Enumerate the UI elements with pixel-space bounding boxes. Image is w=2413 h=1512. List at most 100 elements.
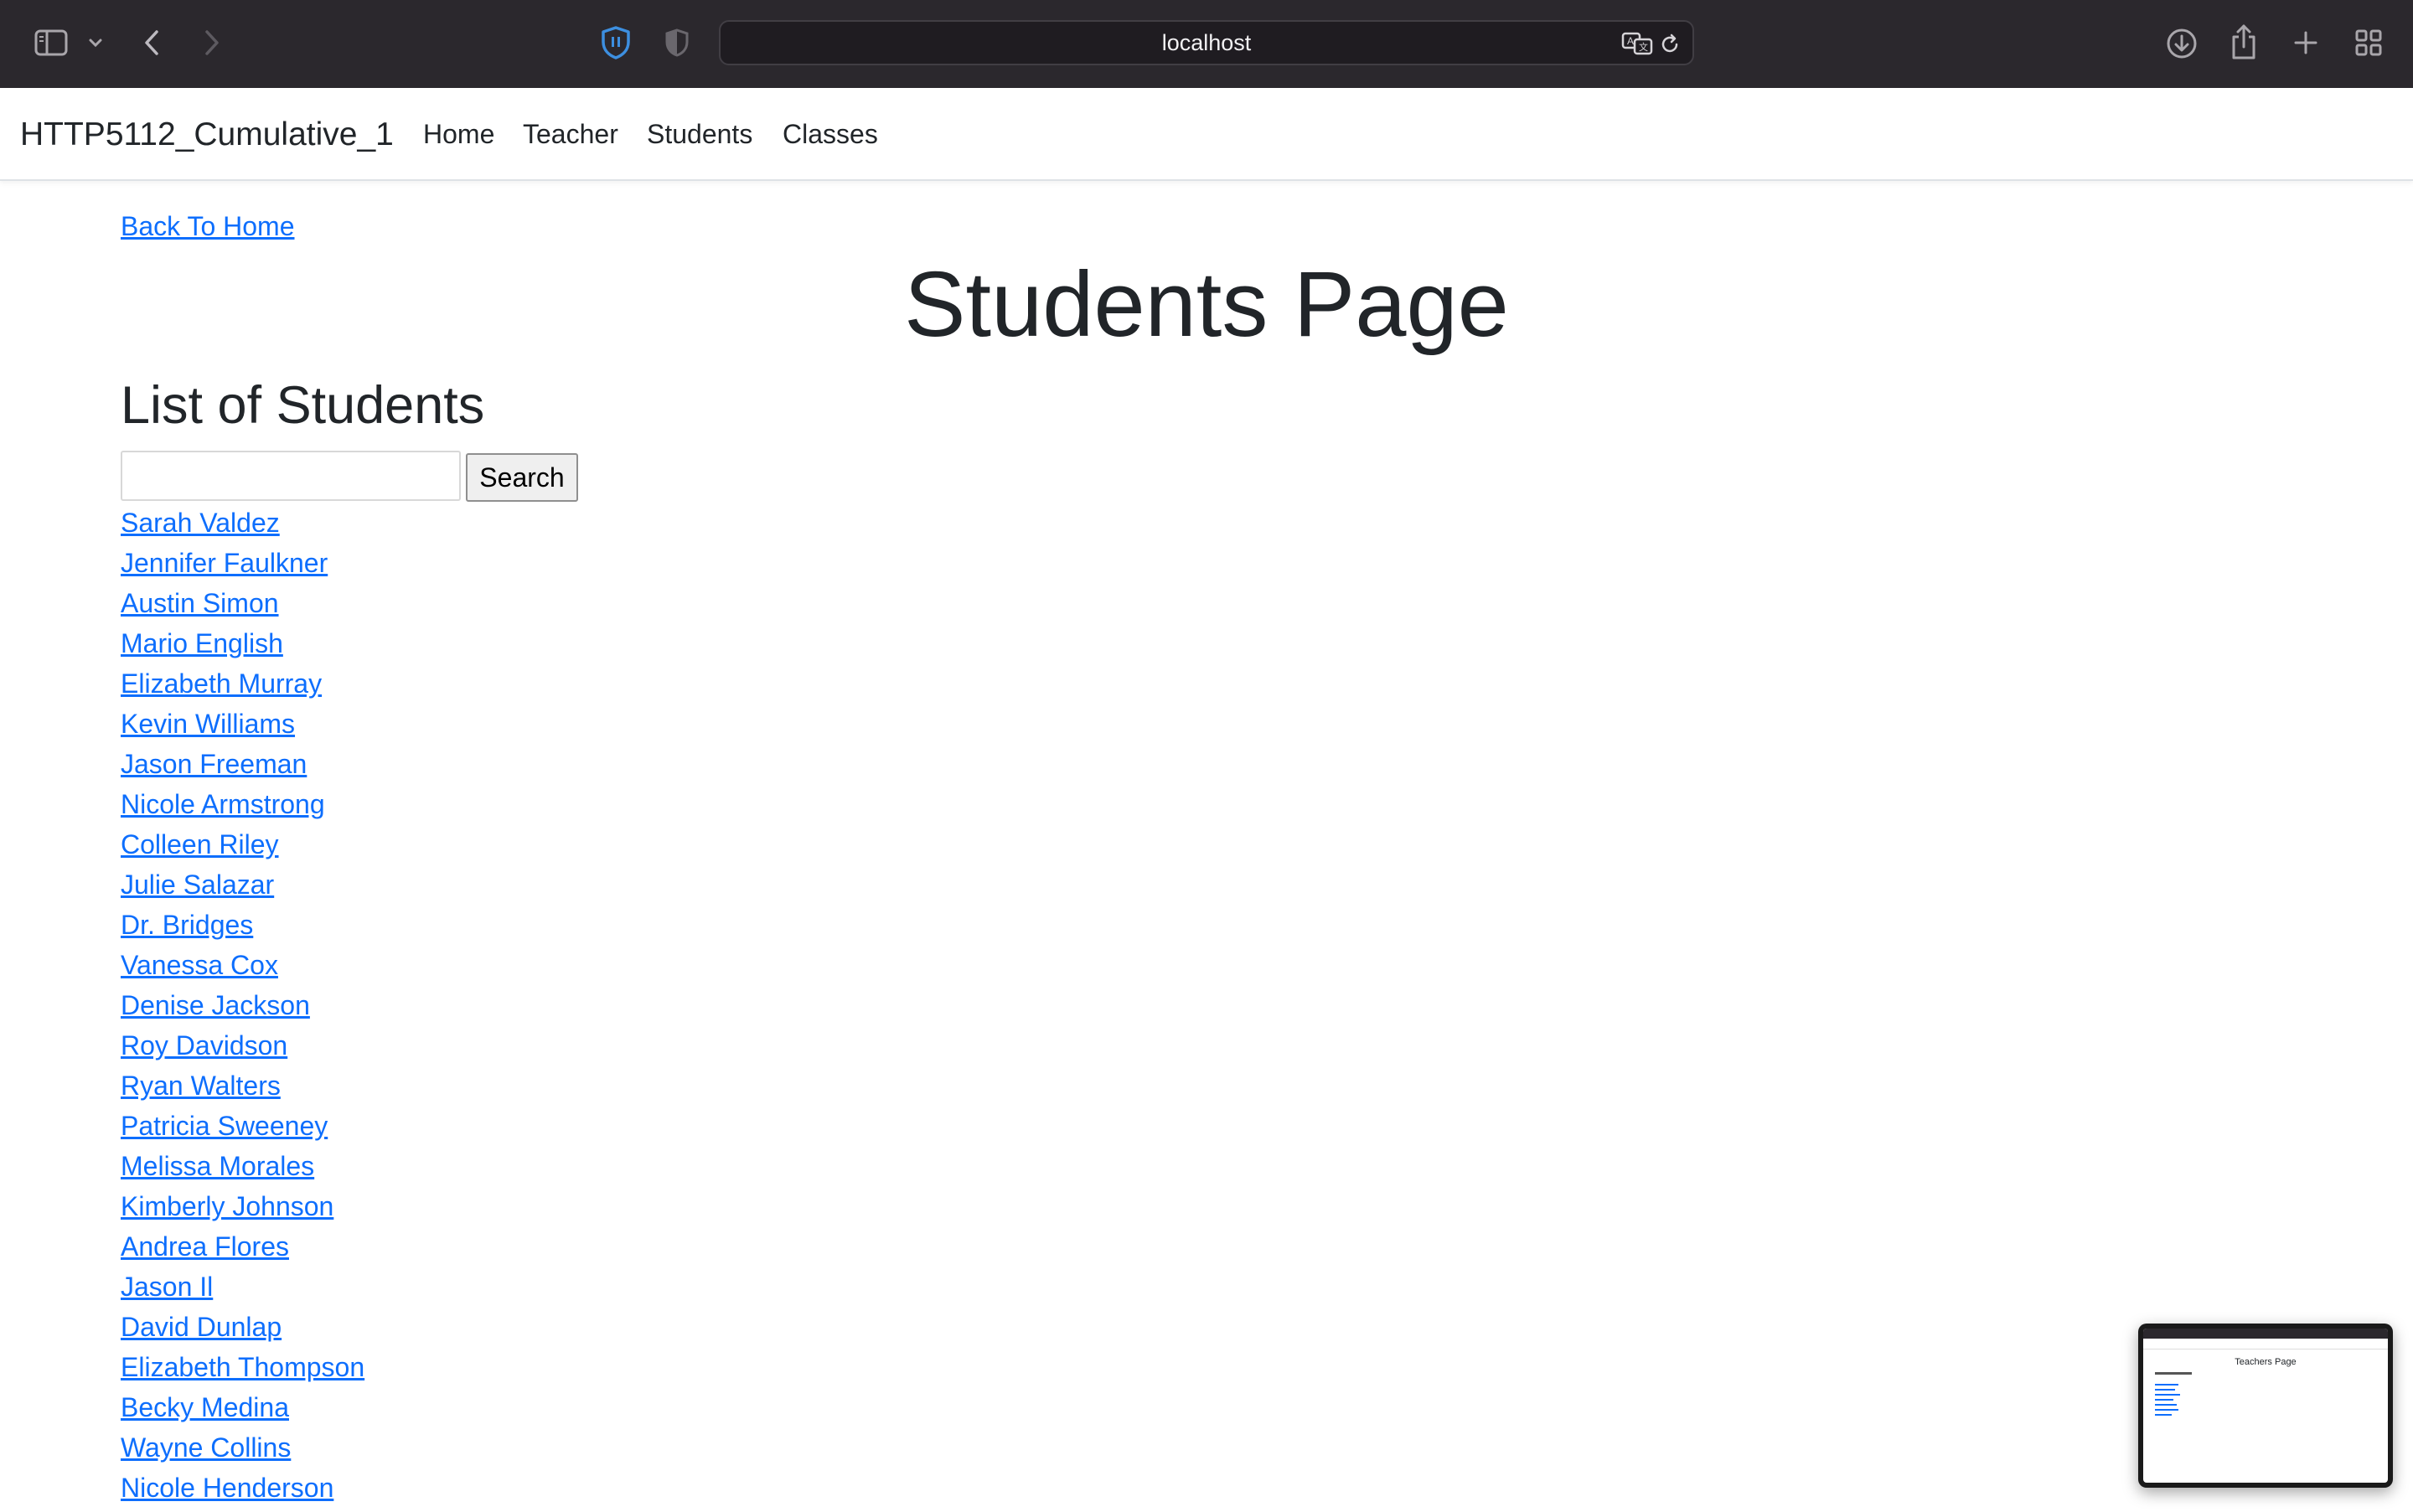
- nav-link-students[interactable]: Students: [647, 88, 752, 181]
- download-icon: [2166, 28, 2198, 59]
- student-link[interactable]: Colleen Riley: [121, 829, 279, 859]
- privacy-report-button[interactable]: [660, 25, 694, 60]
- address-bar[interactable]: localhost A文: [719, 20, 1694, 65]
- student-link[interactable]: Melissa Morales: [121, 1151, 314, 1181]
- thumbnail-link-mark: [2155, 1409, 2178, 1411]
- student-link[interactable]: Elizabeth Thompson: [121, 1352, 364, 1382]
- forward-icon: [203, 28, 221, 57]
- student-link[interactable]: Ryan Walters: [121, 1071, 281, 1101]
- list-item: Jennifer Faulkner: [121, 544, 364, 585]
- back-to-home-link[interactable]: Back To Home: [121, 211, 295, 242]
- navbar-brand[interactable]: HTTP5112_Cumulative_1: [20, 88, 394, 181]
- nav-link-classes[interactable]: Classes: [783, 88, 878, 181]
- list-item: Vanessa Cox: [121, 947, 364, 987]
- student-link[interactable]: Jason Il: [121, 1272, 213, 1302]
- translate-icon: A文: [1621, 31, 1653, 56]
- list-item: Elizabeth Thompson: [121, 1349, 364, 1389]
- chevron-down-icon: [88, 38, 103, 48]
- student-link[interactable]: Mario English: [121, 628, 283, 658]
- list-item: Kevin Williams: [121, 705, 364, 746]
- svg-text:文: 文: [1639, 41, 1648, 53]
- student-list: Sarah Valdez Jennifer Faulkner Austin Si…: [121, 504, 364, 1509]
- student-link[interactable]: Dr. Bridges: [121, 910, 253, 940]
- back-button[interactable]: [136, 23, 168, 62]
- list-item: Wayne Collins: [121, 1429, 364, 1469]
- list-item: Kimberly Johnson: [121, 1188, 364, 1228]
- student-link[interactable]: Jason Freeman: [121, 749, 307, 779]
- list-item: David Dunlap: [121, 1308, 364, 1349]
- list-item: Sarah Valdez: [121, 504, 364, 544]
- new-tab-button[interactable]: [2289, 25, 2323, 60]
- password-extension-button[interactable]: [597, 23, 635, 62]
- student-search-input[interactable]: [121, 451, 461, 501]
- student-link[interactable]: Kimberly Johnson: [121, 1191, 333, 1221]
- student-link[interactable]: Nicole Henderson: [121, 1473, 333, 1503]
- tab-overview-button[interactable]: [2351, 25, 2386, 60]
- downloads-button[interactable]: [2163, 25, 2200, 62]
- list-item: Elizabeth Murray: [121, 665, 364, 705]
- student-link[interactable]: Nicole Armstrong: [121, 789, 325, 819]
- reload-icon: [1659, 34, 1681, 55]
- thumbnail-link-mark: [2155, 1384, 2178, 1386]
- list-item: Becky Medina: [121, 1389, 364, 1429]
- student-link[interactable]: Denise Jackson: [121, 990, 310, 1020]
- list-item: Dr. Bridges: [121, 906, 364, 947]
- sidebar-toggle-button[interactable]: [32, 25, 70, 60]
- student-link[interactable]: Vanessa Cox: [121, 950, 278, 980]
- svg-text:A: A: [1627, 35, 1634, 47]
- thumbnail-chrome: [2143, 1329, 2388, 1339]
- list-heading: List of Students: [121, 376, 485, 435]
- thumbnail-navbar: [2143, 1339, 2388, 1349]
- list-item: Patricia Sweeney: [121, 1107, 364, 1148]
- thumbnail-link-mark: [2155, 1399, 2173, 1401]
- privacy-icon: [664, 28, 690, 58]
- thumbnail-preview: Teachers Page: [2143, 1329, 2388, 1483]
- thumbnail-heading-mark: [2155, 1372, 2192, 1375]
- tabs-grid-icon: [2354, 28, 2383, 57]
- list-item: Nicole Henderson: [121, 1469, 364, 1509]
- list-item: Colleen Riley: [121, 826, 364, 866]
- nav-link-teacher[interactable]: Teacher: [523, 88, 618, 181]
- student-link[interactable]: Austin Simon: [121, 588, 279, 618]
- student-link[interactable]: Becky Medina: [121, 1392, 289, 1422]
- student-link[interactable]: Patricia Sweeney: [121, 1111, 328, 1141]
- list-item: Jason Freeman: [121, 746, 364, 786]
- student-link[interactable]: Elizabeth Murray: [121, 668, 322, 699]
- plus-icon: [2293, 30, 2318, 55]
- student-link[interactable]: David Dunlap: [121, 1312, 282, 1342]
- translate-button[interactable]: A文: [1620, 30, 1654, 57]
- list-item: Roy Davidson: [121, 1027, 364, 1067]
- list-item: Ryan Walters: [121, 1067, 364, 1107]
- reload-button[interactable]: [1657, 32, 1682, 57]
- student-link[interactable]: Wayne Collins: [121, 1432, 291, 1463]
- thumbnail-link-mark: [2155, 1404, 2177, 1406]
- url-text: localhost: [1161, 29, 1252, 55]
- student-link[interactable]: Roy Davidson: [121, 1030, 287, 1060]
- tab-group-dropdown[interactable]: [84, 30, 107, 55]
- list-item: Nicole Armstrong: [121, 786, 364, 826]
- thumbnail-title: Teachers Page: [2235, 1357, 2297, 1367]
- list-item: Denise Jackson: [121, 987, 364, 1027]
- list-item: Melissa Morales: [121, 1148, 364, 1188]
- student-link[interactable]: Sarah Valdez: [121, 508, 280, 538]
- forward-button[interactable]: [196, 23, 228, 62]
- list-item: Mario English: [121, 625, 364, 665]
- screenshot-thumbnail[interactable]: Teachers Page: [2138, 1324, 2393, 1488]
- search-button[interactable]: Search: [466, 453, 578, 502]
- list-item: Austin Simon: [121, 585, 364, 625]
- page-title: Students Page: [904, 253, 1509, 356]
- share-icon: [2230, 23, 2258, 60]
- share-button[interactable]: [2227, 22, 2261, 62]
- student-link[interactable]: Julie Salazar: [121, 870, 274, 900]
- list-item: Andrea Flores: [121, 1228, 364, 1268]
- list-item: Julie Salazar: [121, 866, 364, 906]
- app-navbar: HTTP5112_Cumulative_1 Home Teacher Stude…: [0, 88, 2413, 181]
- browser-toolbar: localhost A文: [0, 0, 2413, 88]
- thumbnail-link-mark: [2155, 1414, 2172, 1416]
- student-link[interactable]: Jennifer Faulkner: [121, 548, 328, 578]
- student-link[interactable]: Kevin Williams: [121, 709, 295, 739]
- thumbnail-link-mark: [2155, 1394, 2180, 1396]
- nav-link-home[interactable]: Home: [423, 88, 494, 181]
- student-link[interactable]: Andrea Flores: [121, 1231, 289, 1262]
- list-item: Jason Il: [121, 1268, 364, 1308]
